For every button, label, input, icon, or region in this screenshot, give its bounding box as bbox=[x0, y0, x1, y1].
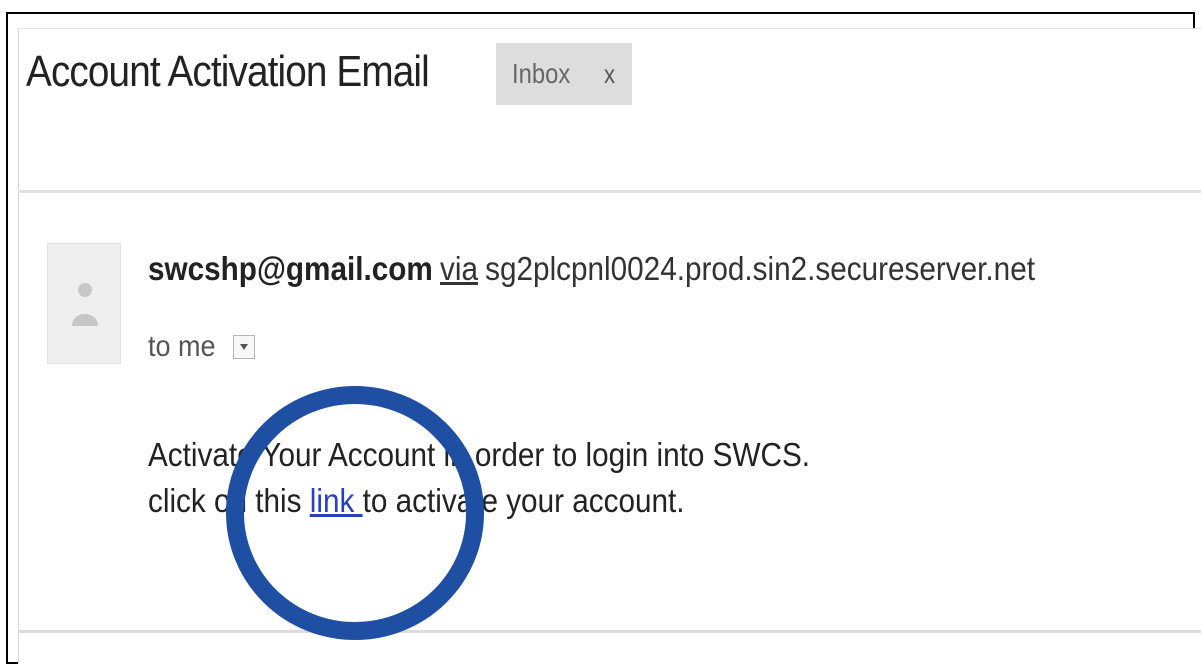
email-subject: Account Activation Email bbox=[26, 47, 430, 96]
body-line-2-end: to activate your account. bbox=[362, 482, 685, 519]
inbox-label-text: Inbox bbox=[512, 58, 571, 89]
person-placeholder-icon bbox=[72, 283, 98, 326]
recipient-text: to me bbox=[148, 330, 216, 363]
body-line-2: click on this link to activate your acco… bbox=[148, 478, 810, 524]
recipient-line: to me bbox=[148, 330, 256, 364]
header-divider bbox=[18, 190, 1201, 193]
email-body: Activate Your Account in order to login … bbox=[148, 432, 810, 524]
sender-line: swcshp@gmail.com via sg2plcpnl0024.prod.si… bbox=[148, 250, 1035, 288]
footer-divider bbox=[18, 630, 1201, 633]
relay-host: sg2plcpnl0024.prod.sin2.secureserver.net bbox=[485, 250, 1035, 287]
inbox-label-chip[interactable]: Inbox x bbox=[496, 43, 632, 105]
sender-email[interactable]: swcshp@gmail.com bbox=[148, 250, 433, 287]
subject-row: Account Activation Email bbox=[26, 42, 484, 102]
remove-label-button[interactable]: x bbox=[604, 59, 615, 90]
body-line-2-start: click on this bbox=[148, 482, 310, 519]
caret-down-icon bbox=[240, 344, 249, 350]
via-link[interactable]: via bbox=[440, 250, 478, 287]
details-dropdown-button[interactable] bbox=[233, 335, 256, 359]
avatar[interactable] bbox=[47, 243, 121, 364]
body-line-1: Activate Your Account in order to login … bbox=[148, 436, 811, 473]
activation-link[interactable]: link bbox=[310, 482, 363, 519]
